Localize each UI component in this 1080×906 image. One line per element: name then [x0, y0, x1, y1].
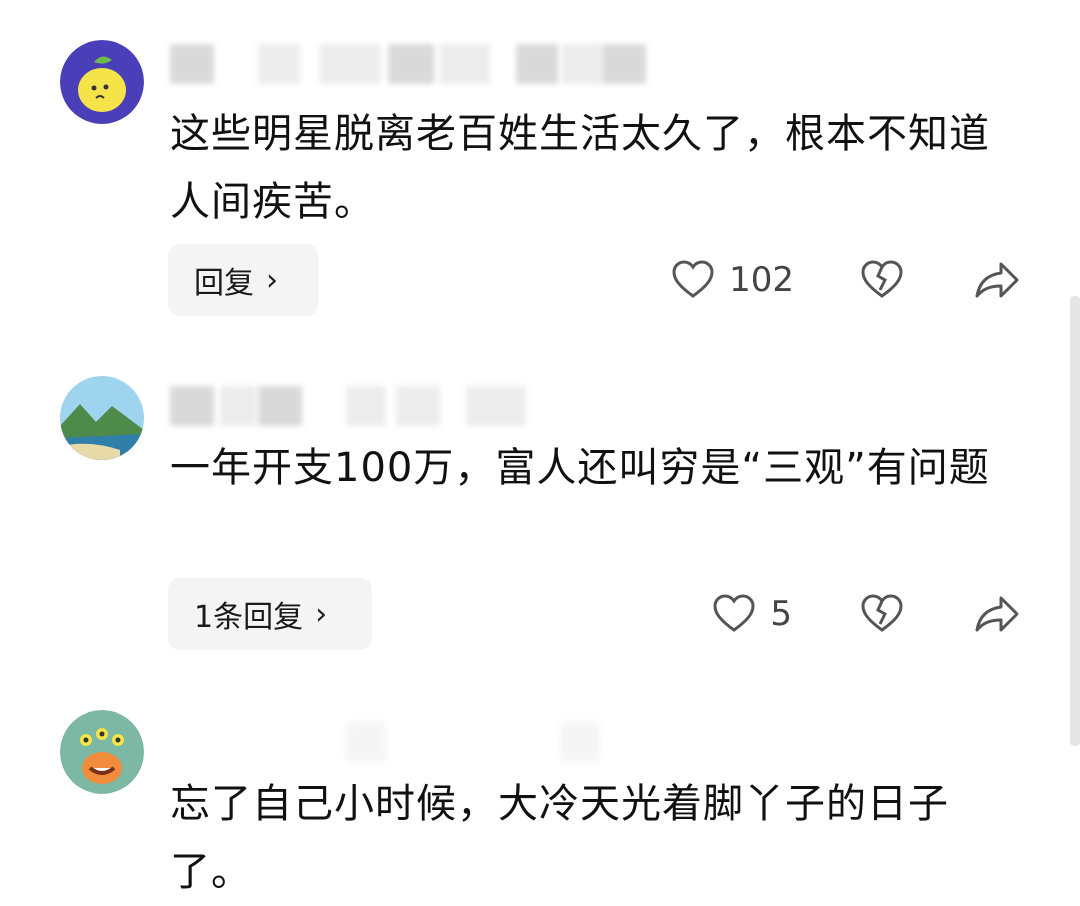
avatar[interactable]: [60, 376, 144, 460]
like-button[interactable]: 102: [671, 260, 794, 300]
like-button[interactable]: 5: [712, 594, 792, 634]
heart-outline-icon: [672, 260, 714, 298]
reply-label: 1条回复: [194, 600, 304, 635]
comment-actions: 5: [712, 578, 1020, 650]
comment-text: 忘了自己小时候，大冷天光着脚丫子的日子了。: [170, 781, 949, 895]
dislike-button[interactable]: [860, 260, 904, 300]
broken-heart-icon: [861, 594, 903, 632]
reply-button[interactable]: 1条回复 ›: [168, 578, 372, 650]
reply-label: 回复: [194, 266, 254, 301]
avatar[interactable]: [60, 710, 144, 794]
comment-text: 这些明星脱离老百姓生活太久了，根本不知道人间疾苦。: [170, 111, 990, 225]
reply-button[interactable]: 回复 ›: [168, 244, 318, 316]
share-arrow-icon: [975, 262, 1019, 298]
avatar[interactable]: [60, 40, 144, 124]
share-button[interactable]: [974, 260, 1020, 300]
share-button[interactable]: [974, 594, 1020, 634]
scrollbar[interactable]: [1070, 296, 1080, 746]
heart-outline-icon: [713, 594, 755, 632]
monster-avatar-icon: [60, 710, 144, 794]
chevron-right-icon: ›: [315, 596, 328, 632]
dislike-button[interactable]: [860, 594, 904, 634]
chevron-right-icon: ›: [266, 262, 278, 298]
lemon-avatar-icon: [60, 40, 144, 124]
comment-actions: 102: [671, 244, 1020, 316]
comment-text: 一年开支100万，富人还叫穷是“三观”有问题: [170, 445, 990, 491]
like-count: 5: [770, 594, 792, 634]
share-arrow-icon: [975, 596, 1019, 632]
landscape-avatar-icon: [60, 376, 144, 460]
like-count: 102: [729, 260, 794, 300]
broken-heart-icon: [861, 260, 903, 298]
